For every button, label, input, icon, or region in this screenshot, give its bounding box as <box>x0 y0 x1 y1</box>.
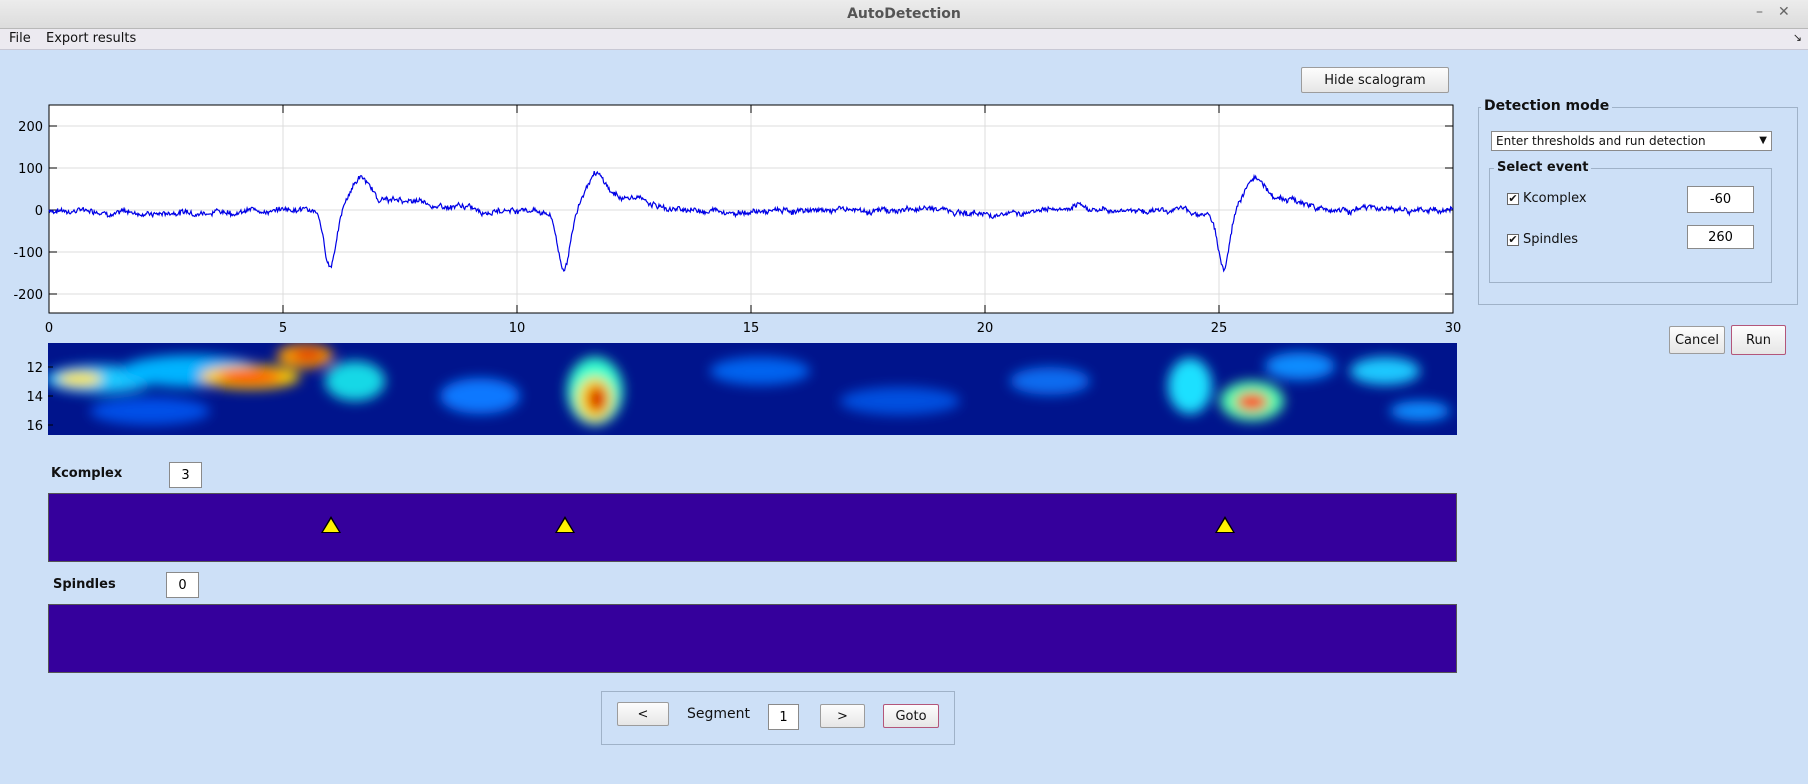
signal-y-tick-label: 0 <box>35 204 43 219</box>
close-icon[interactable]: ✕ <box>1778 4 1790 20</box>
prev-segment-button[interactable]: < <box>617 702 669 726</box>
next-segment-button[interactable]: > <box>820 704 865 728</box>
select-event-title: Select event <box>1494 160 1592 175</box>
signal-y-tick-label: 200 <box>18 120 43 135</box>
event-marker-icon[interactable] <box>1214 516 1235 533</box>
menu-export-results[interactable]: Export results <box>46 31 136 46</box>
goto-button[interactable]: Goto <box>883 704 939 728</box>
title-bar: AutoDetection – ✕ <box>0 0 1808 29</box>
spindles-event-bar[interactable] <box>48 604 1457 673</box>
signal-y-tick-label: -100 <box>13 246 43 261</box>
kcomplex-checkbox[interactable]: ✔ <box>1507 193 1519 205</box>
signal-y-tick-label: -200 <box>13 288 43 303</box>
signal-y-tick-label: 100 <box>18 162 43 177</box>
spindles-threshold-field[interactable] <box>1687 225 1754 249</box>
signal-x-tick-label: 0 <box>45 321 53 336</box>
signal-x-tick-label: 25 <box>1211 321 1228 336</box>
kcomplex-event-bar[interactable] <box>48 493 1457 562</box>
resize-icon[interactable]: ↘ <box>1793 31 1802 44</box>
detection-mode-dropdown[interactable]: Enter thresholds and run detection ▼ <box>1491 131 1772 151</box>
signal-plot: 0 5 10 15 20 25 30 200 100 0 -100 -200 <box>13 104 1462 336</box>
menu-bar: File Export results ↘ <box>0 29 1808 50</box>
segment-label: Segment <box>687 706 750 722</box>
scalogram-y-tick-label: 14 <box>26 390 43 405</box>
scalogram-y-tick-label: 16 <box>26 419 43 434</box>
run-button[interactable]: Run <box>1731 325 1786 355</box>
cancel-button[interactable]: Cancel <box>1669 326 1725 354</box>
kcomplex-detect-label: Kcomplex <box>1523 191 1587 206</box>
event-marker-icon[interactable] <box>554 516 575 533</box>
kcomplex-threshold-field[interactable] <box>1687 186 1754 213</box>
event-marker-icon[interactable] <box>320 516 341 533</box>
window-title: AutoDetection <box>847 6 961 22</box>
minimize-icon[interactable]: – <box>1756 4 1763 20</box>
signal-x-tick-label: 15 <box>743 321 760 336</box>
spindles-detect-label: Spindles <box>1523 232 1578 247</box>
signal-x-tick-label: 20 <box>977 321 994 336</box>
kcomplex-label: Kcomplex <box>51 466 123 481</box>
segment-number-field[interactable] <box>768 704 799 730</box>
spindles-checkbox[interactable]: ✔ <box>1507 234 1519 246</box>
signal-x-tick-label: 5 <box>279 321 287 336</box>
dropdown-arrow-icon: ▼ <box>1759 135 1767 146</box>
signal-x-tick-label: 10 <box>509 321 526 336</box>
detection-mode-title: Detection mode <box>1481 98 1613 114</box>
scalogram-image <box>48 343 1457 435</box>
hide-scalogram-button[interactable]: Hide scalogram <box>1301 67 1449 93</box>
menu-file[interactable]: File <box>9 31 31 46</box>
spindles-count-field[interactable] <box>166 572 199 598</box>
spindles-label: Spindles <box>53 577 116 592</box>
scalogram-y-tick-label: 12 <box>26 361 43 376</box>
kcomplex-count-field[interactable] <box>169 462 202 488</box>
scalogram: 12 14 16 <box>26 343 1457 435</box>
detection-mode-value: Enter thresholds and run detection <box>1496 134 1706 148</box>
signal-x-tick-label: 30 <box>1445 321 1462 336</box>
